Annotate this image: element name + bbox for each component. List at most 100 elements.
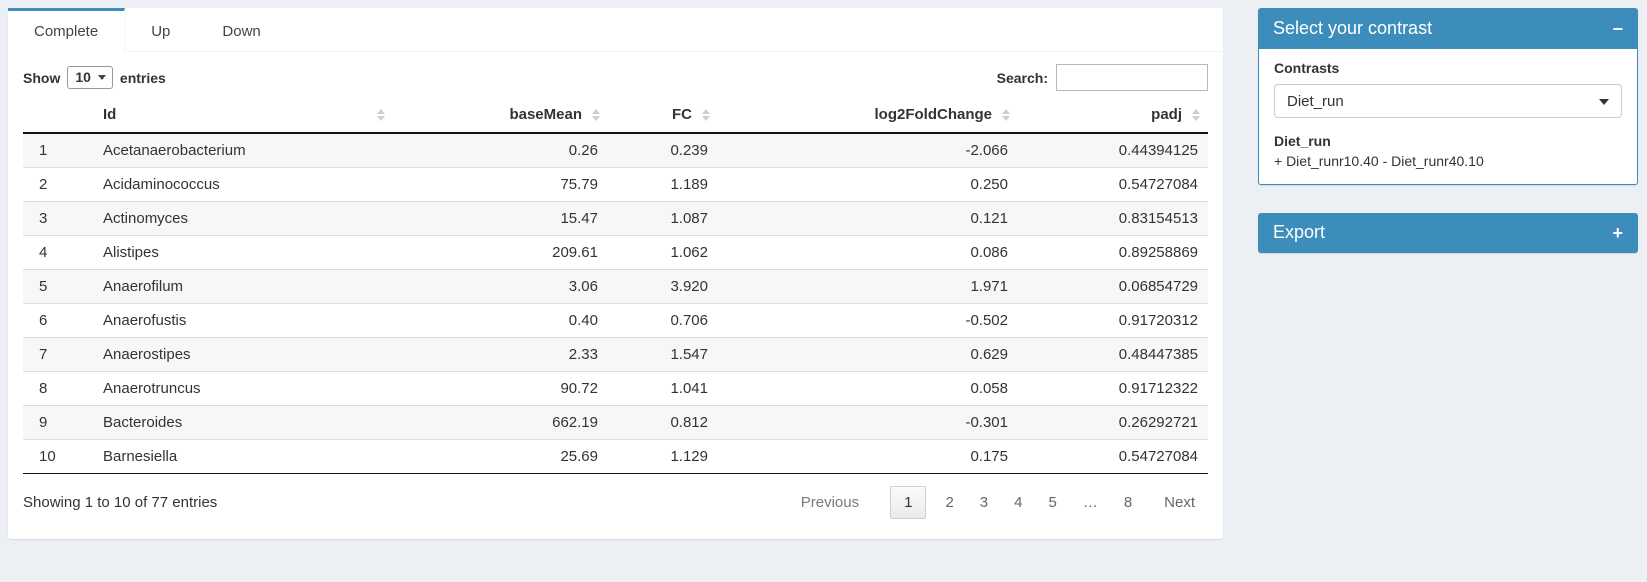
page-button-1[interactable]: 1	[890, 486, 926, 519]
contrast-select[interactable]: Diet_run	[1274, 84, 1622, 118]
collapse-minus-icon[interactable]: −	[1612, 20, 1623, 38]
page-length-select[interactable]: 10	[67, 66, 113, 89]
table-row: 2Acidaminococcus75.791.1890.2500.5472708…	[23, 168, 1208, 202]
cell-padj: 0.89258869	[1018, 236, 1208, 270]
table-row: 4Alistipes209.611.0620.0860.89258869	[23, 236, 1208, 270]
results-table-body: 1Acetanaerobacterium0.260.239-2.0660.443…	[23, 133, 1208, 474]
page-button-4[interactable]: 4	[1001, 487, 1035, 518]
sort-both-icon	[1192, 109, 1200, 121]
cell-Id: Anaerofilum	[93, 270, 393, 304]
column-header-label: padj	[1151, 106, 1182, 123]
cell-FC: 0.812	[608, 406, 718, 440]
column-header-baseMean[interactable]: baseMean	[393, 97, 608, 133]
cell-Id: Acetanaerobacterium	[93, 133, 393, 168]
table-row: 5Anaerofilum3.063.9201.9710.06854729	[23, 270, 1208, 304]
page-length-suffix-label: entries	[120, 70, 166, 86]
cell-padj: 0.91720312	[1018, 304, 1208, 338]
cell-log2FoldChange: 0.629	[718, 338, 1018, 372]
page-button-2[interactable]: 2	[932, 487, 966, 518]
cell-baseMean: 75.79	[393, 168, 608, 202]
contrasts-label: Contrasts	[1274, 60, 1622, 76]
cell-baseMean: 209.61	[393, 236, 608, 270]
cell-FC: 1.547	[608, 338, 718, 372]
sort-both-icon	[377, 109, 385, 121]
next-button[interactable]: Next	[1151, 487, 1208, 518]
table-row: 9Bacteroides662.190.812-0.3010.26292721	[23, 406, 1208, 440]
tab-down[interactable]: Down	[196, 8, 286, 51]
cell-padj: 0.54727084	[1018, 440, 1208, 474]
previous-button: Previous	[788, 487, 872, 518]
cell-log2FoldChange: -0.301	[718, 406, 1018, 440]
contrast-panel: Select your contrast − Contrasts Diet_ru…	[1258, 8, 1638, 185]
cell-baseMean: 3.06	[393, 270, 608, 304]
page-button-5[interactable]: 5	[1035, 487, 1069, 518]
contrast-panel-body: Contrasts Diet_run Diet_run + Diet_runr1…	[1258, 49, 1638, 185]
cell-log2FoldChange: 0.086	[718, 236, 1018, 270]
cell-log2FoldChange: 0.250	[718, 168, 1018, 202]
cell-log2FoldChange: 1.971	[718, 270, 1018, 304]
cell-padj: 0.44394125	[1018, 133, 1208, 168]
page-button-3[interactable]: 3	[967, 487, 1001, 518]
table-info: Showing 1 to 10 of 77 entries	[23, 494, 217, 511]
cell-rownum: 4	[23, 236, 93, 270]
column-header-padj[interactable]: padj	[1018, 97, 1208, 133]
search-input[interactable]	[1056, 64, 1208, 91]
cell-Id: Anaerofustis	[93, 304, 393, 338]
cell-baseMean: 2.33	[393, 338, 608, 372]
cell-rownum: 5	[23, 270, 93, 304]
pagination: Previous12345…8Next	[788, 486, 1208, 519]
page-length-value: 10	[75, 69, 91, 85]
cell-padj: 0.48447385	[1018, 338, 1208, 372]
cell-baseMean: 15.47	[393, 202, 608, 236]
cell-FC: 1.041	[608, 372, 718, 406]
table-controls: Show 10 entries Search:	[23, 64, 1208, 91]
column-header-Id[interactable]: Id	[93, 97, 393, 133]
tab-bar: CompleteUpDown	[8, 8, 1223, 52]
results-box: CompleteUpDown Show 10 entries Search: I…	[8, 8, 1223, 539]
results-table: Id baseMean FC log2FoldChange padj 1Acetanae…	[23, 97, 1208, 474]
cell-baseMean: 90.72	[393, 372, 608, 406]
cell-FC: 1.189	[608, 168, 718, 202]
column-header-label: Id	[103, 106, 116, 123]
cell-Id: Anaerotruncus	[93, 372, 393, 406]
contrast-formula: + Diet_runr10.40 - Diet_runr40.10	[1274, 153, 1622, 169]
cell-rownum: 9	[23, 406, 93, 440]
cell-padj: 0.83154513	[1018, 202, 1208, 236]
column-header-label: baseMean	[509, 106, 582, 123]
table-row: 10Barnesiella25.691.1290.1750.54727084	[23, 440, 1208, 474]
page-length-control: Show 10 entries	[23, 66, 166, 89]
cell-FC: 3.920	[608, 270, 718, 304]
contrast-name: Diet_run	[1274, 133, 1622, 149]
cell-rownum: 8	[23, 372, 93, 406]
page-length-prefix-label: Show	[23, 70, 60, 86]
contrast-select-value: Diet_run	[1287, 93, 1344, 110]
page-button-8[interactable]: 8	[1111, 487, 1145, 518]
sort-both-icon	[1002, 109, 1010, 121]
column-header-log2FoldChange[interactable]: log2FoldChange	[718, 97, 1018, 133]
cell-Id: Anaerostipes	[93, 338, 393, 372]
sort-both-icon	[592, 109, 600, 121]
cell-baseMean: 0.26	[393, 133, 608, 168]
cell-FC: 1.062	[608, 236, 718, 270]
search-control: Search:	[997, 64, 1208, 91]
cell-log2FoldChange: 0.058	[718, 372, 1018, 406]
cell-baseMean: 25.69	[393, 440, 608, 474]
column-header-label: FC	[672, 106, 692, 123]
cell-FC: 1.129	[608, 440, 718, 474]
export-panel: Export +	[1258, 213, 1638, 253]
column-header-FC[interactable]: FC	[608, 97, 718, 133]
table-row: 8Anaerotruncus90.721.0410.0580.91712322	[23, 372, 1208, 406]
expand-plus-icon[interactable]: +	[1612, 224, 1623, 242]
cell-padj: 0.54727084	[1018, 168, 1208, 202]
cell-log2FoldChange: -0.502	[718, 304, 1018, 338]
table-row: 1Acetanaerobacterium0.260.239-2.0660.443…	[23, 133, 1208, 168]
cell-log2FoldChange: -2.066	[718, 133, 1018, 168]
column-header-rownum	[23, 97, 93, 133]
cell-Id: Actinomyces	[93, 202, 393, 236]
tab-complete[interactable]: Complete	[8, 8, 125, 52]
cell-Id: Barnesiella	[93, 440, 393, 474]
tab-up[interactable]: Up	[125, 8, 196, 51]
cell-rownum: 10	[23, 440, 93, 474]
cell-rownum: 1	[23, 133, 93, 168]
cell-rownum: 7	[23, 338, 93, 372]
